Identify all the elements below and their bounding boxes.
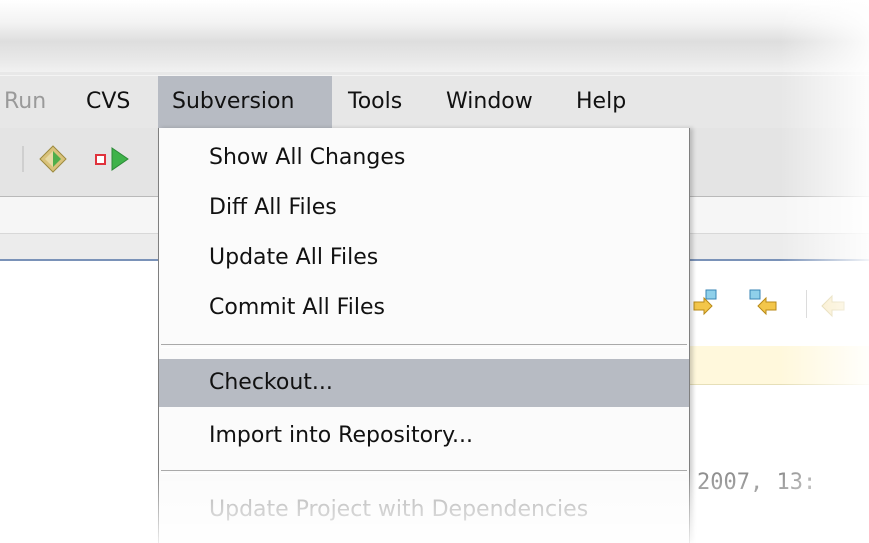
menu-item-update-all-files[interactable]: Update All Files [159, 234, 689, 282]
menu-item-checkout[interactable]: Checkout... [159, 359, 689, 407]
arrow-left-icon[interactable] [818, 290, 848, 320]
title-bar-divider [0, 72, 869, 75]
title-bar [0, 0, 869, 76]
menu-help[interactable]: Help [562, 76, 640, 128]
menu-separator [161, 344, 687, 348]
menu-window[interactable]: Window [432, 76, 547, 128]
ide-window: Run CVS Subversion Tools Window Help 200… [0, 0, 869, 543]
menu-item-update-project-with-dependencies: Update Project with Dependencies [209, 497, 589, 522]
menu-item-show-all-changes[interactable]: Show All Changes [159, 134, 689, 182]
debug-diamond-icon[interactable] [38, 144, 68, 174]
menu-item-diff-all-files[interactable]: Diff All Files [159, 184, 689, 232]
menu-run[interactable]: Run [0, 76, 60, 128]
toolbar-separator [22, 146, 24, 172]
previous-diff-icon[interactable] [748, 288, 778, 318]
next-diff-icon[interactable] [692, 288, 722, 318]
editor-code-text: 2007, 13: [697, 470, 817, 495]
menu-cvs[interactable]: CVS [72, 76, 144, 128]
menu-item-import-into-repository[interactable]: Import into Repository... [159, 412, 689, 460]
editor-info-bar [690, 346, 869, 385]
editor-toolbar-separator [806, 290, 807, 318]
subversion-menu: Show All Changes Diff All Files Update A… [158, 128, 690, 543]
menu-bar: Run CVS Subversion Tools Window Help [0, 76, 869, 129]
menu-separator [161, 470, 687, 474]
menu-subversion[interactable]: Subversion [158, 76, 332, 128]
menu-tools[interactable]: Tools [334, 76, 416, 128]
run-arrow-icon[interactable] [94, 144, 129, 174]
menu-item-commit-all-files[interactable]: Commit All Files [159, 284, 689, 332]
